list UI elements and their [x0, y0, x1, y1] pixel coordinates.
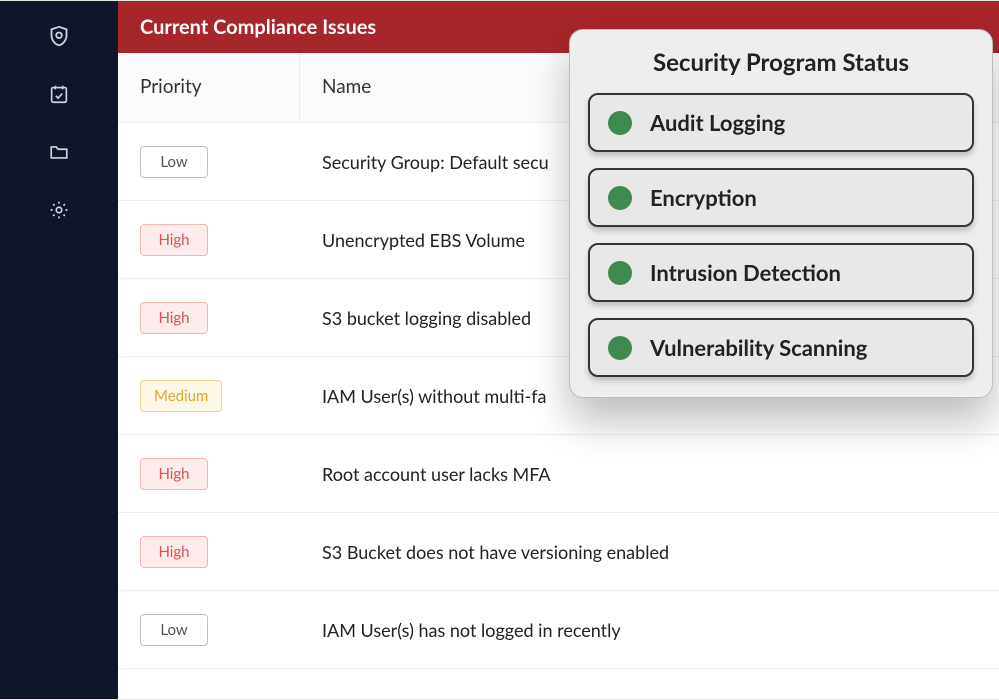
- sidebar-item-calendar[interactable]: [29, 67, 89, 125]
- status-dot-icon: [608, 336, 632, 360]
- priority-badge: High: [140, 536, 208, 568]
- status-item[interactable]: Vulnerability Scanning: [588, 318, 974, 377]
- table-row[interactable]: High Root account user lacks MFA: [118, 435, 999, 513]
- status-item-label: Intrusion Detection: [650, 259, 841, 286]
- column-header-priority: Priority: [118, 53, 300, 122]
- status-dot-icon: [608, 111, 632, 135]
- table-row[interactable]: High S3 Bucket does not have versioning e…: [118, 513, 999, 591]
- status-dot-icon: [608, 261, 632, 285]
- status-item[interactable]: Encryption: [588, 168, 974, 227]
- priority-badge: Medium: [140, 380, 222, 412]
- priority-badge: High: [140, 224, 208, 256]
- shield-icon: [47, 24, 71, 52]
- sidebar: [0, 1, 118, 699]
- priority-badge: High: [140, 302, 208, 334]
- security-status-card: Security Program Status Audit Logging Enc…: [569, 29, 993, 398]
- cell-priority: Medium: [118, 380, 300, 412]
- sidebar-item-folder[interactable]: [29, 125, 89, 183]
- gear-icon: [48, 199, 70, 225]
- status-item-label: Vulnerability Scanning: [650, 334, 867, 361]
- cell-priority: High: [118, 302, 300, 334]
- cell-name: S3 Bucket does not have versioning enabl…: [300, 541, 999, 563]
- status-item[interactable]: Audit Logging: [588, 93, 974, 152]
- table-row[interactable]: Low IAM User(s) has not logged in recentl…: [118, 591, 999, 669]
- priority-badge: Low: [140, 146, 208, 178]
- status-card-title: Security Program Status: [588, 48, 974, 77]
- cell-priority: High: [118, 536, 300, 568]
- sidebar-item-settings[interactable]: [29, 183, 89, 241]
- priority-badge: Low: [140, 614, 208, 646]
- priority-badge: High: [140, 458, 208, 490]
- cell-priority: Low: [118, 614, 300, 646]
- sidebar-item-shield[interactable]: [29, 9, 89, 67]
- status-dot-icon: [608, 186, 632, 210]
- cell-priority: High: [118, 224, 300, 256]
- status-item[interactable]: Intrusion Detection: [588, 243, 974, 302]
- cell-name: Root account user lacks MFA: [300, 463, 999, 485]
- calendar-check-icon: [48, 83, 70, 109]
- folder-icon: [48, 141, 70, 167]
- cell-priority: High: [118, 458, 300, 490]
- status-item-label: Audit Logging: [650, 109, 785, 136]
- cell-name: IAM User(s) has not logged in recently: [300, 619, 999, 641]
- cell-priority: Low: [118, 146, 300, 178]
- status-item-label: Encryption: [650, 184, 757, 211]
